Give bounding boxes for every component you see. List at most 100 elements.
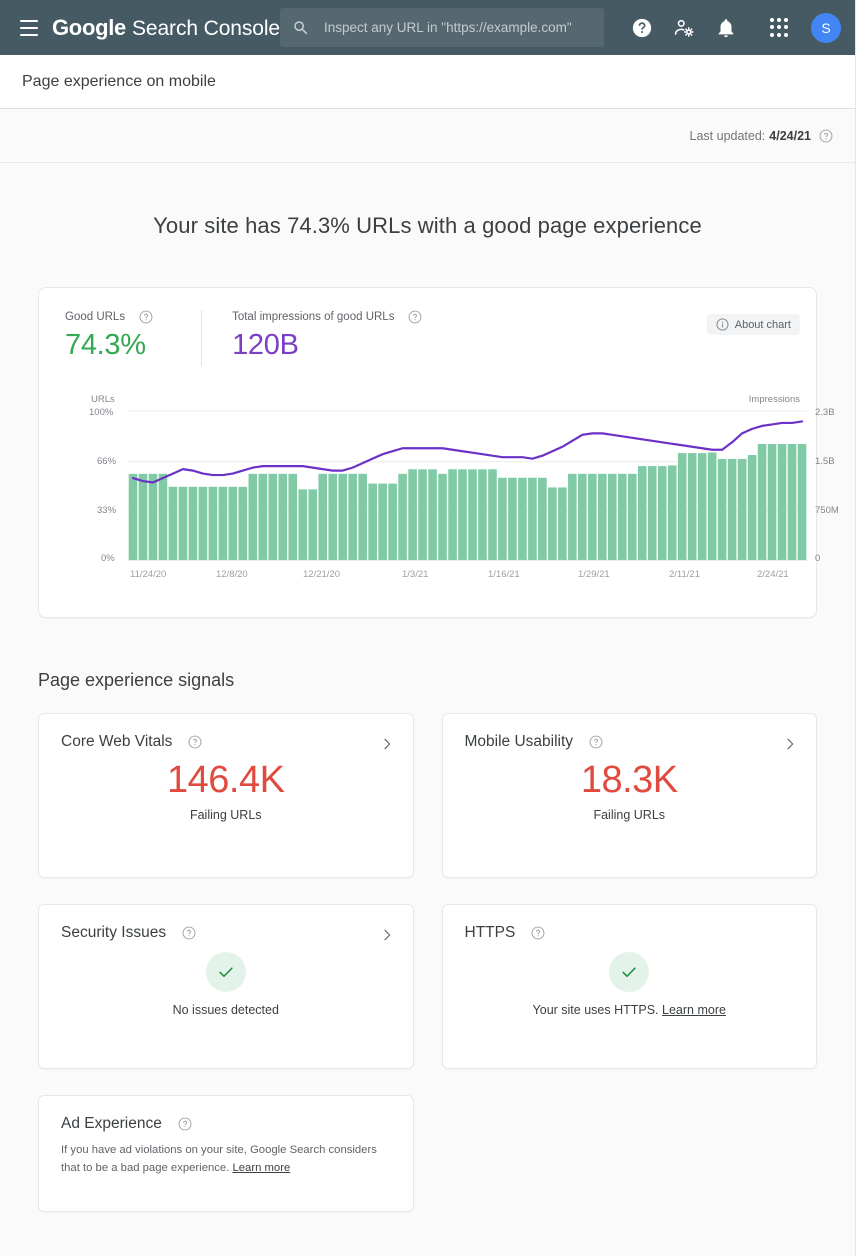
app-brand[interactable]: Google Search Console [52,15,280,41]
chart-bar [708,452,717,560]
page-headline: Your site has 74.3% URLs with a good pag… [0,163,855,239]
chart-bar [318,474,327,560]
help-icon[interactable] [819,129,833,143]
chart-bar [219,487,228,560]
chart-bar [408,469,417,560]
chart-bar [418,469,427,560]
ad-experience-body: If you have ad violations on your site, … [39,1133,413,1177]
signal-card-security-issues[interactable]: Security Issues No issues detect [38,904,414,1069]
card-header: Security Issues [39,905,413,942]
chart-bar [618,474,627,560]
https-status-text: Your site uses HTTPS. [533,1003,659,1017]
chart-bar [688,453,697,560]
mobile-usability-sub-label: Failing URLs [443,808,817,822]
chart-bar [448,469,457,560]
chevron-right-icon[interactable] [379,736,395,752]
page-root: Google Search Console Inspect any URL in… [0,0,856,1256]
avatar[interactable]: S [811,13,841,43]
chart-bar [199,487,208,560]
mobile-usability-value: 18.3K [443,761,817,801]
chart-bar [159,474,168,560]
chart-bar [598,474,607,560]
chart-bar [268,474,277,560]
chart-bar [328,474,337,560]
apps-grid-icon[interactable] [769,18,789,38]
account-settings-icon[interactable] [673,17,695,39]
https-status-row: Your site uses HTTPS. Learn more [443,1003,817,1017]
chart-bar [588,474,597,560]
help-icon[interactable] [531,926,545,940]
chart-bar [348,474,357,560]
card-body: 18.3K Failing URLs [443,761,817,822]
help-icon[interactable] [188,735,202,749]
metric-good-urls: Good URLs 74.3% [65,310,183,362]
chart-bar [368,484,377,560]
chart-bar [638,466,647,560]
chart-bar [578,474,587,560]
chart-bar [428,469,437,560]
url-inspect-search-input[interactable]: Inspect any URL in "https://example.com" [280,8,604,47]
chart-bar [338,474,347,560]
signal-card-mobile-usability[interactable]: Mobile Usability 18.3K Failing URLs [442,713,818,878]
chart-bar [189,487,198,560]
signals-cards-grid: Core Web Vitals 146.4K Failing URLs [38,713,817,1212]
check-circle-icon [609,952,649,992]
brand-search-console-label: Search Console [132,17,280,41]
chart-bar [398,474,407,560]
top-bar-actions: S [631,0,841,55]
chart-bar [209,487,218,560]
metric-total-impressions-value: 120B [232,329,422,362]
signal-card-core-web-vitals[interactable]: Core Web Vitals 146.4K Failing URLs [38,713,414,878]
page-title: Page experience on mobile [22,73,216,91]
last-updated-value: 4/24/21 [769,129,811,143]
help-icon[interactable] [631,17,653,39]
app-top-bar: Google Search Console Inspect any URL in… [0,0,855,55]
help-icon[interactable] [178,1117,192,1131]
chart-bar [458,469,467,560]
chart-bar [698,453,707,560]
chart-bar [498,478,507,560]
help-icon[interactable] [139,310,153,324]
chevron-right-icon[interactable] [379,927,395,943]
chart-bar [728,459,737,560]
chart-bar [558,487,567,560]
signal-card-https: HTTPS Your site uses HTTPS. Learn mo [442,904,818,1069]
page-experience-chart: URLs Impressions 100% 66% 33% 0% 2.3B 1.… [39,388,816,618]
hamburger-menu-icon[interactable] [14,13,44,43]
metric-good-urls-label-row: Good URLs [65,310,153,324]
about-chart-button[interactable]: About chart [707,314,800,335]
chart-bar [179,487,188,560]
chart-bar [628,474,637,560]
chart-plot-area[interactable] [39,388,856,588]
chart-bar [278,474,287,560]
help-icon[interactable] [408,310,422,324]
chart-bar [438,474,447,560]
chart-bar [668,465,677,560]
chart-bar [798,444,807,560]
help-icon[interactable] [182,926,196,940]
chart-bar [748,455,757,560]
security-issues-title: Security Issues [61,924,166,942]
chevron-right-icon[interactable] [782,736,798,752]
check-icon [216,962,236,982]
chart-bar [488,469,497,560]
chart-bar [718,459,727,560]
help-icon[interactable] [589,735,603,749]
chart-bar [229,487,238,560]
page-body: Your site has 74.3% URLs with a good pag… [0,163,855,1256]
bell-icon[interactable] [715,17,737,39]
security-issues-status: No issues detected [39,1003,413,1017]
ad-experience-title: Ad Experience [61,1115,162,1133]
chart-bar [129,474,138,560]
card-header: HTTPS [443,905,817,942]
chart-bar [358,474,367,560]
chart-bar [149,474,158,560]
metric-total-impressions-label-row: Total impressions of good URLs [232,310,422,324]
https-learn-more-link[interactable]: Learn more [662,1003,726,1017]
ad-experience-learn-more-link[interactable]: Learn more [232,1162,290,1174]
signals-section-title: Page experience signals [38,670,855,691]
chart-bar [658,466,667,560]
chart-bar [298,489,307,560]
chart-bar [758,444,767,560]
chart-bar [538,478,547,560]
